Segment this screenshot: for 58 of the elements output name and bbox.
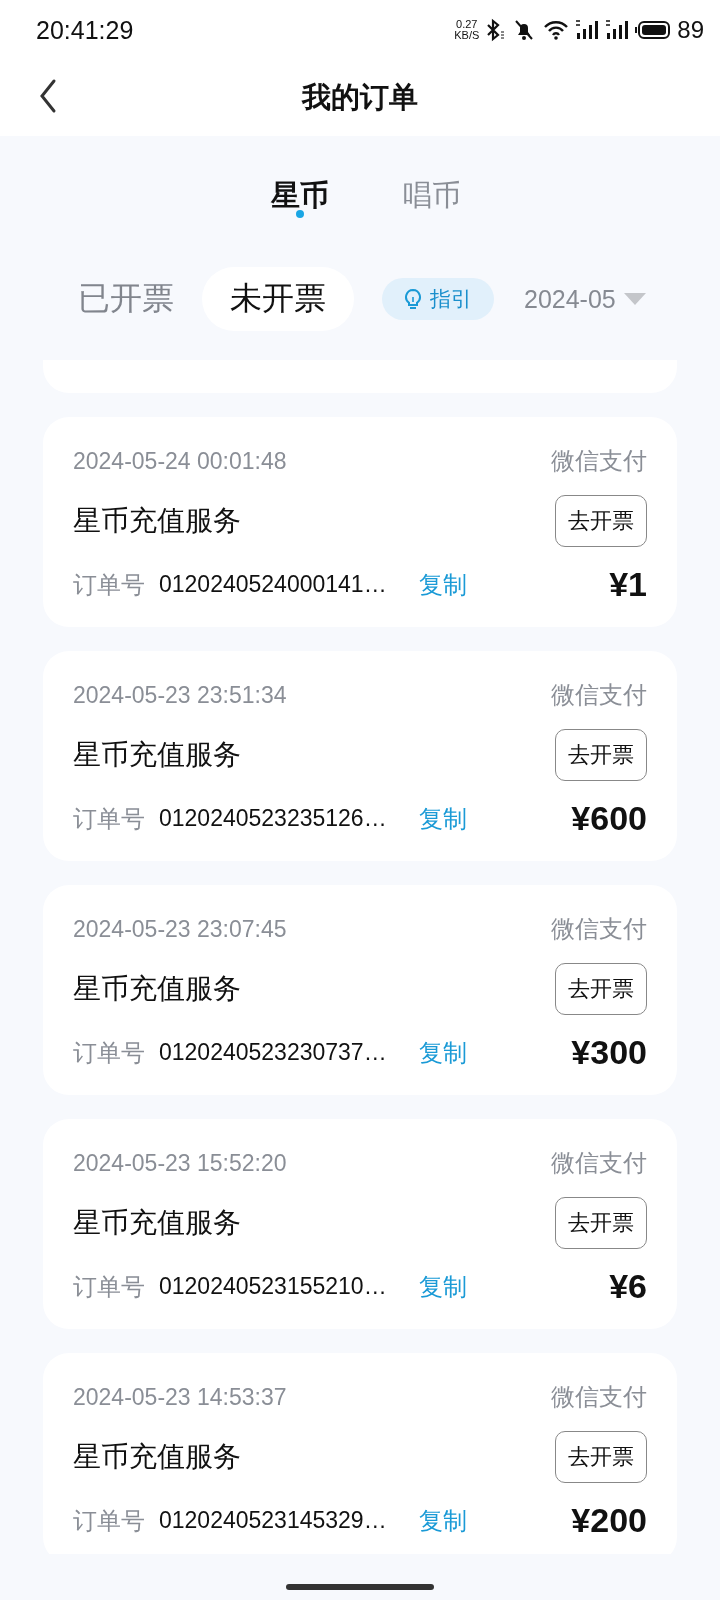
order-card[interactable]: 2024-05-23 23:51:34 微信支付 星币充值服务 去开票 订单号 0120240523235126… 复制 ¥600 (43, 651, 677, 861)
invoice-button[interactable]: 去开票 (555, 1431, 647, 1483)
filter-tab[interactable]: 未开票 (202, 267, 354, 331)
order-number: 0120240524000141… (159, 571, 387, 598)
active-dot (296, 210, 304, 218)
order-time: 2024-05-23 23:51:34 (73, 681, 287, 709)
dropdown-icon (623, 292, 646, 306)
signal-icon (605, 19, 630, 41)
order-number: 0120240523230737… (159, 1039, 387, 1066)
order-amount: ¥1 (609, 565, 647, 604)
payment-method: 微信支付 (551, 1382, 647, 1412)
order-number-label: 订单号 (73, 1505, 145, 1536)
order-time: 2024-05-23 15:52:20 (73, 1149, 287, 1177)
order-amount: ¥6 (609, 1267, 647, 1306)
battery-icon (635, 20, 672, 40)
invoice-button[interactable]: 去开票 (555, 963, 647, 1015)
battery-level: 89 (677, 16, 704, 44)
order-time: 2024-05-23 23:07:45 (73, 915, 287, 943)
order-card[interactable]: 2024-05-23 15:52:20 微信支付 星币充值服务 去开票 订单号 0120240523155210… 复制 ¥6 (43, 1119, 677, 1329)
payment-method: 微信支付 (551, 1148, 647, 1178)
wifi-icon (543, 19, 570, 41)
order-time: 2024-05-23 14:53:37 (73, 1383, 287, 1411)
order-number-label: 订单号 (73, 1037, 145, 1068)
payment-method: 微信支付 (551, 680, 647, 710)
order-title: 星币充值服务 (73, 1440, 241, 1474)
order-amount: ¥300 (571, 1033, 647, 1072)
order-title: 星币充值服务 (73, 504, 241, 538)
order-amount: ¥600 (571, 799, 647, 838)
network-speed-unit: KB/S (454, 30, 480, 41)
order-card[interactable]: 2024-05-23 14:53:37 微信支付 星币充值服务 去开票 订单号 0120240523145329… 复制 ¥200 (43, 1353, 677, 1554)
order-number: 0120240523235126… (159, 805, 387, 832)
bluetooth-icon (485, 18, 506, 42)
signal-icon (575, 19, 600, 41)
lightbulb-icon (404, 288, 422, 310)
order-number-label: 订单号 (73, 569, 145, 600)
invoice-button[interactable]: 去开票 (555, 1197, 647, 1249)
payment-method: 微信支付 (551, 914, 647, 944)
order-title: 星币充值服务 (73, 972, 241, 1006)
order-number: 0120240523145329… (159, 1507, 387, 1534)
tab[interactable]: 星币 (271, 176, 329, 224)
order-title: 星币充值服务 (73, 1206, 241, 1240)
clock: 20:41:29 (36, 15, 134, 45)
order-title: 星币充值服务 (73, 738, 241, 772)
order-number-label: 订单号 (73, 1271, 145, 1302)
order-number-label: 订单号 (73, 803, 145, 834)
order-card[interactable]: 2024-05-24 00:01:48 微信支付 星币充值服务 去开票 订单号 0120240524000141… 复制 ¥1 (43, 417, 677, 627)
order-number: 0120240523155210… (159, 1273, 387, 1300)
filter-tab[interactable]: 已开票 (56, 267, 202, 331)
order-amount: ¥200 (571, 1501, 647, 1540)
page-title: 我的订单 (302, 80, 418, 115)
back-button[interactable] (38, 78, 58, 114)
invoice-button[interactable]: 去开票 (555, 495, 647, 547)
order-card[interactable]: 2024-05-23 23:07:45 微信支付 星币充值服务 去开票 订单号 0120240523230737… 复制 ¥300 (43, 885, 677, 1095)
back-icon (38, 78, 58, 114)
order-time: 2024-05-24 00:01:48 (73, 447, 287, 475)
payment-method: 微信支付 (551, 446, 647, 476)
invoice-button[interactable]: 去开票 (555, 729, 647, 781)
network-speed: 0.27 (456, 19, 478, 30)
